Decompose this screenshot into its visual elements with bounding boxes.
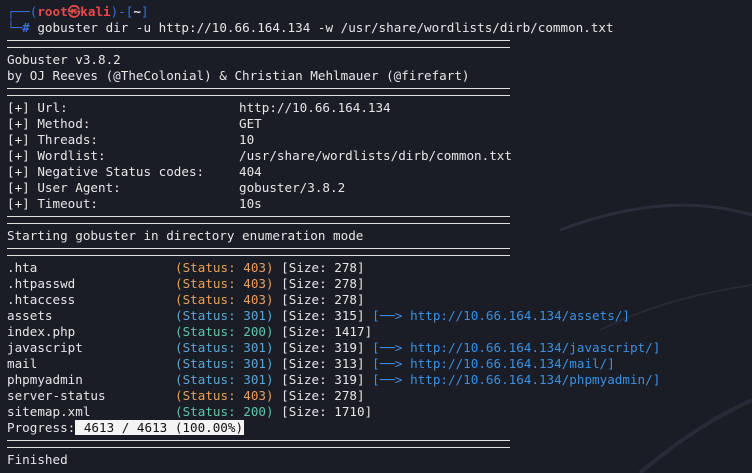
result-row: assets (Status: 301) [Size: 315] [──> htt… — [7, 308, 747, 324]
result-row: .htpasswd (Status: 403) [Size: 278] — [7, 276, 747, 292]
config-row: [+] Negative Status codes: 404 — [7, 164, 747, 180]
result-size: [Size: 313] — [281, 356, 365, 371]
result-size: [Size: 319] — [281, 372, 365, 387]
config-label: [+] Method: — [7, 116, 91, 131]
progress-value: 4613 / 4613 (100.00%) — [75, 420, 245, 435]
prompt-host: kali — [80, 4, 111, 19]
result-status: (Status: 403) — [175, 260, 274, 275]
command-text: gobuster dir -u http://10.66.164.134 -w … — [29, 20, 614, 35]
results-list: .hta (Status: 403) [Size: 278] .htpasswd (S… — [7, 260, 747, 420]
prompt-bracket: )-[ — [110, 4, 134, 19]
config-label: [+] Threads: — [7, 132, 98, 147]
prompt-corner: ┌──( — [7, 4, 38, 19]
config-row: [+] User Agent: gobuster/3.8.2 — [7, 180, 747, 196]
config-label: [+] Wordlist: — [7, 148, 106, 163]
finished-message: Finished — [7, 452, 68, 467]
result-size: [Size: 278] — [281, 292, 365, 307]
config-value: /usr/share/wordlists/dirb/common.txt — [239, 148, 512, 163]
result-redirect: [──> http://10.66.164.134/javascript/] — [372, 340, 661, 355]
result-row: phpmyadmin (Status: 301) [Size: 319] [──>… — [7, 372, 747, 388]
mode-message: Starting gobuster in directory enumerati… — [7, 228, 364, 243]
result-path: assets — [7, 308, 53, 323]
result-size: [Size: 315] — [281, 308, 365, 323]
separator — [7, 248, 510, 256]
result-row: sitemap.xml (Status: 200) [Size: 1710] — [7, 404, 747, 420]
command-line: └─# gobuster dir -u http://10.66.164.134… — [7, 20, 747, 36]
config-label: [+] User Agent: — [7, 180, 121, 195]
result-size: [Size: 278] — [281, 388, 365, 403]
result-row: .htaccess (Status: 403) [Size: 278] — [7, 292, 747, 308]
prompt-corner-bottom: └─ — [7, 20, 23, 35]
result-path: .htaccess — [7, 292, 76, 307]
result-row: server-status (Status: 403) [Size: 278] — [7, 388, 747, 404]
result-path: server-status — [7, 388, 106, 403]
prompt-line: ┌──(root㉿kali)-[~] — [7, 4, 747, 20]
result-redirect: [──> http://10.66.164.134/assets/] — [372, 308, 630, 323]
config-label: [+] Url: — [7, 100, 68, 115]
result-redirect: [──> http://10.66.164.134/phpmyadmin/] — [372, 372, 661, 387]
config-row: [+] Wordlist: /usr/share/wordlists/dirb/c… — [7, 148, 747, 164]
result-row: .hta (Status: 403) [Size: 278] — [7, 260, 747, 276]
result-size: [Size: 319] — [281, 340, 365, 355]
result-path: mail — [7, 356, 38, 371]
config-row: [+] Threads: 10 — [7, 132, 747, 148]
result-status: (Status: 301) — [175, 340, 274, 355]
result-status: (Status: 301) — [175, 356, 274, 371]
config-label: [+] Negative Status codes: — [7, 164, 205, 179]
result-path: phpmyadmin — [7, 372, 83, 387]
progress-line: Progress: 4613 / 4613 (100.00%) — [7, 420, 747, 436]
prompt-symbol: # — [22, 20, 30, 35]
separator — [7, 440, 510, 448]
result-status: (Status: 301) — [175, 308, 274, 323]
result-status: (Status: 403) — [175, 292, 274, 307]
result-status: (Status: 200) — [175, 404, 274, 419]
config-value: 10s — [239, 196, 262, 211]
result-row: index.php (Status: 200) [Size: 1417] — [7, 324, 747, 340]
result-status: (Status: 200) — [175, 324, 274, 339]
config-value: gobuster/3.8.2 — [239, 180, 346, 195]
separator — [7, 216, 510, 224]
prompt-user: root — [37, 4, 68, 19]
config-value: GET — [239, 116, 262, 131]
banner-version: Gobuster v3.8.2 — [7, 52, 121, 67]
result-status: (Status: 403) — [175, 388, 274, 403]
result-row: javascript (Status: 301) [Size: 319] [──>… — [7, 340, 747, 356]
result-size: [Size: 1417] — [281, 324, 373, 339]
result-status: (Status: 403) — [175, 276, 274, 291]
result-path: index.php — [7, 324, 76, 339]
banner-authors: by OJ Reeves (@TheColonial) & Christian … — [7, 68, 470, 83]
progress-label: Progress: — [7, 420, 76, 435]
result-size: [Size: 278] — [281, 260, 365, 275]
prompt-dir: ~ — [133, 4, 141, 19]
config-row: [+] Url: http://10.66.164.134 — [7, 100, 747, 116]
config-label: [+] Timeout: — [7, 196, 98, 211]
config-value: http://10.66.164.134 — [239, 100, 391, 115]
terminal-output: ┌──(root㉿kali)-[~] └─# gobuster dir -u h… — [7, 4, 747, 468]
result-path: .hta — [7, 260, 38, 275]
result-row: mail (Status: 301) [Size: 313] [──> http:… — [7, 356, 747, 372]
config-value: 10 — [239, 132, 255, 147]
result-redirect: [──> http://10.66.164.134/mail/] — [372, 356, 615, 371]
config-row: [+] Timeout: 10s — [7, 196, 747, 212]
result-path: .htpasswd — [7, 276, 76, 291]
prompt-at-symbol: ㉿ — [67, 4, 81, 19]
result-size: [Size: 1710] — [281, 404, 373, 419]
separator — [7, 40, 510, 48]
separator — [7, 88, 510, 96]
config-value: 404 — [239, 164, 262, 179]
result-size: [Size: 278] — [281, 276, 365, 291]
config-row: [+] Method: GET — [7, 116, 747, 132]
result-path: sitemap.xml — [7, 404, 91, 419]
result-status: (Status: 301) — [175, 372, 274, 387]
prompt-bracket-end: ] — [140, 4, 149, 19]
result-path: javascript — [7, 340, 83, 355]
